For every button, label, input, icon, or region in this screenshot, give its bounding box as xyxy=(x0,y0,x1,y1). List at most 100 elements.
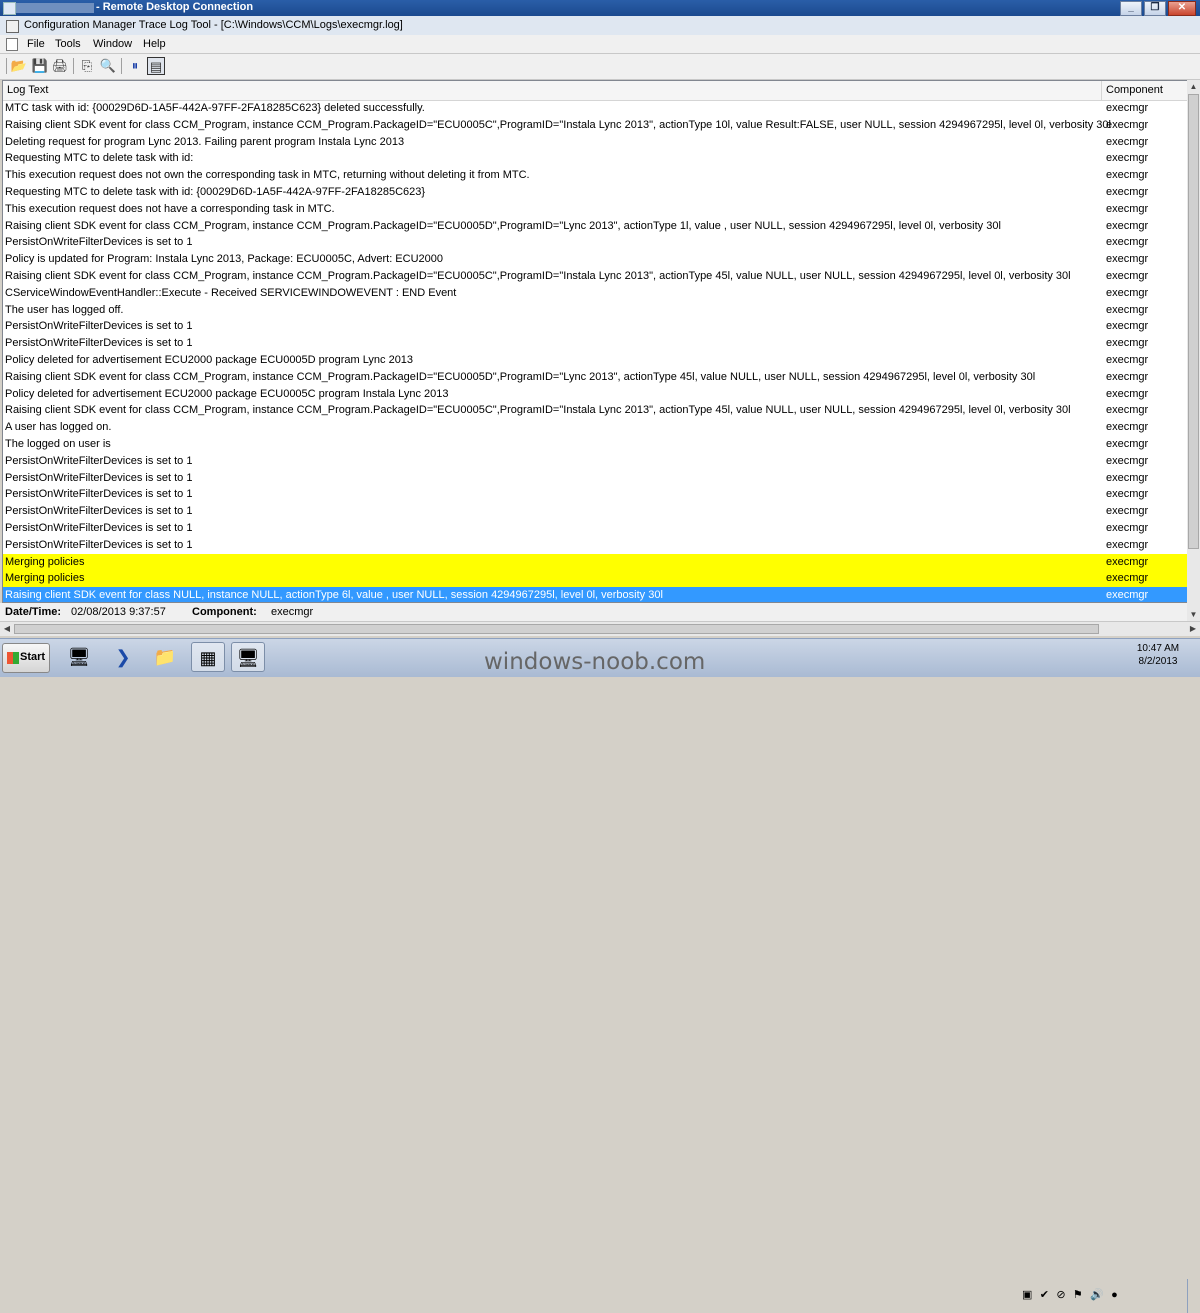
windows-flag-icon xyxy=(7,652,19,664)
menu-help[interactable]: Help xyxy=(143,38,166,50)
column-divider[interactable] xyxy=(1101,81,1102,100)
document-icon[interactable] xyxy=(6,38,18,51)
table-row[interactable]: Raising client SDK event for class CCM_P… xyxy=(3,218,1187,235)
menu-tools[interactable]: Tools xyxy=(55,38,81,50)
log-text-cell: Raising client SDK event for class CCM_P… xyxy=(5,404,1071,417)
table-row[interactable]: CServiceWindowEventHandler::Execute - Re… xyxy=(3,285,1187,302)
menu-file[interactable]: File xyxy=(27,38,45,50)
table-row[interactable]: Raising client SDK event for class CCM_P… xyxy=(3,369,1187,386)
component-cell: execmgr xyxy=(1106,219,1149,232)
table-row[interactable]: Policy deleted for advertisement ECU2000… xyxy=(3,386,1187,403)
start-button[interactable]: Start xyxy=(2,643,50,673)
vertical-scrollbar[interactable]: ▲ ▼ xyxy=(1187,80,1200,621)
print-icon[interactable]: 🖨 xyxy=(51,57,69,75)
table-row[interactable]: This execution request does not have a c… xyxy=(3,201,1187,218)
remote-desktop-titlebar: - Remote Desktop Connection _ ❐ ✕ xyxy=(0,0,1200,16)
column-header-log-text[interactable]: Log Text xyxy=(7,84,48,96)
scroll-down-icon[interactable]: ▼ xyxy=(1187,608,1200,621)
table-row[interactable]: PersistOnWriteFilterDevices is set to 1 e… xyxy=(3,234,1187,251)
tray-status-icon[interactable]: ● xyxy=(1111,1289,1118,1301)
table-row[interactable]: PersistOnWriteFilterDevices is set to 1 e… xyxy=(3,503,1187,520)
tray-security-icon[interactable]: ✔ xyxy=(1040,1288,1049,1301)
table-row[interactable]: PersistOnWriteFilterDevices is set to 1 e… xyxy=(3,470,1187,487)
pause-icon[interactable]: ⏸ xyxy=(126,57,144,75)
open-icon[interactable]: 📂 xyxy=(10,57,28,75)
component-cell: execmgr xyxy=(1106,572,1149,585)
app-icon xyxy=(6,20,19,33)
remote-desktop-title: - Remote Desktop Connection xyxy=(96,1,254,13)
toolbar: 📂 💾 🖨 ⎘ 🔍 ⏸ ▤ xyxy=(0,53,1200,80)
table-row[interactable]: Raising client SDK event for class NULL,… xyxy=(3,587,1187,602)
log-text-cell: PersistOnWriteFilterDevices is set to 1 xyxy=(5,454,193,467)
menu-window[interactable]: Window xyxy=(93,38,132,50)
column-header-component[interactable]: Component xyxy=(1106,84,1163,96)
log-text-cell: Raising client SDK event for class CCM_P… xyxy=(5,219,1001,232)
table-row[interactable]: A user has logged on. execmgr xyxy=(3,419,1187,436)
configmgr-icon[interactable]: ▦ xyxy=(191,642,225,672)
table-row[interactable]: PersistOnWriteFilterDevices is set to 1 e… xyxy=(3,335,1187,352)
log-text-cell: Policy deleted for advertisement ECU2000… xyxy=(5,387,449,400)
log-text-cell: A user has logged on. xyxy=(5,421,112,434)
table-row[interactable]: Raising client SDK event for class CCM_P… xyxy=(3,268,1187,285)
table-row[interactable]: This execution request does not own the … xyxy=(3,167,1187,184)
scroll-up-icon[interactable]: ▲ xyxy=(1187,80,1200,93)
close-button[interactable]: ✕ xyxy=(1168,1,1196,16)
table-row[interactable]: PersistOnWriteFilterDevices is set to 1 e… xyxy=(3,486,1187,503)
log-text-cell: MTC task with id: {00029D6D-1A5F-442A-97… xyxy=(5,102,425,114)
table-row[interactable]: Requesting MTC to delete task with id: ex… xyxy=(3,150,1187,167)
tray-app-icon[interactable]: ▣ xyxy=(1022,1288,1032,1301)
tray-network-icon[interactable]: ⊘ xyxy=(1056,1288,1065,1301)
log-text-cell: Requesting MTC to delete task with id: {… xyxy=(5,185,426,198)
table-row[interactable]: PersistOnWriteFilterDevices is set to 1 e… xyxy=(3,318,1187,335)
scroll-left-icon[interactable]: ◀ xyxy=(0,622,14,636)
action-center-flag-icon[interactable]: ⚑ xyxy=(1073,1288,1083,1301)
find-icon[interactable]: 🔍 xyxy=(99,57,117,75)
show-desktop-button[interactable] xyxy=(1187,1279,1200,1313)
table-row[interactable]: Raising client SDK event for class CCM_P… xyxy=(3,402,1187,419)
server-manager-icon[interactable]: 🖥 xyxy=(62,642,96,672)
log-text-cell: Merging policies xyxy=(5,555,85,568)
copy-icon[interactable]: ⎘ xyxy=(78,57,96,75)
table-row[interactable]: PersistOnWriteFilterDevices is set to 1 e… xyxy=(3,537,1187,554)
scroll-right-icon[interactable]: ▶ xyxy=(1186,622,1200,636)
clock[interactable]: 10:47 AM 8/2/2013 xyxy=(1134,642,1182,668)
log-text-cell: PersistOnWriteFilterDevices is set to 1 xyxy=(5,471,193,484)
highlight-icon[interactable]: ▤ xyxy=(147,57,165,75)
component-cell: execmgr xyxy=(1106,505,1149,518)
log-text-cell: Raising client SDK event for class CCM_P… xyxy=(5,370,1036,383)
horizontal-scroll-thumb[interactable] xyxy=(14,624,1099,634)
table-row[interactable]: Policy deleted for advertisement ECU2000… xyxy=(3,352,1187,369)
table-row[interactable]: The user has logged off. execmgr xyxy=(3,302,1187,319)
table-row[interactable]: Raising client SDK event for class CCM_P… xyxy=(3,117,1187,134)
table-row[interactable]: PersistOnWriteFilterDevices is set to 1 e… xyxy=(3,520,1187,537)
log-text-cell: PersistOnWriteFilterDevices is set to 1 xyxy=(5,538,193,551)
vertical-scroll-thumb[interactable] xyxy=(1188,94,1199,549)
volume-icon[interactable]: 🔊 xyxy=(1090,1288,1104,1301)
redacted-hostname xyxy=(16,3,94,13)
component-cell: execmgr xyxy=(1106,421,1149,434)
log-text-cell: Raising client SDK event for class CCM_P… xyxy=(5,118,1111,131)
remote-desktop-icon[interactable] xyxy=(3,2,16,15)
table-row[interactable]: MTC task with id: {00029D6D-1A5F-442A-97… xyxy=(3,100,1187,117)
log-text-cell: PersistOnWriteFilterDevices is set to 1 xyxy=(5,320,193,333)
component-cell: execmgr xyxy=(1106,118,1149,131)
restore-button[interactable]: ❐ xyxy=(1144,1,1166,16)
table-row[interactable]: Requesting MTC to delete task with id: {… xyxy=(3,184,1187,201)
table-row[interactable]: Deleting request for program Lync 2013. … xyxy=(3,134,1187,151)
toolbar-separator xyxy=(73,58,74,74)
remote-desktop-icon[interactable]: 🖥 xyxy=(231,642,265,672)
component-cell: execmgr xyxy=(1106,488,1149,501)
powershell-icon[interactable]: ❯ xyxy=(106,642,140,672)
component-cell: execmgr xyxy=(1106,169,1149,182)
table-row[interactable]: PersistOnWriteFilterDevices is set to 1 e… xyxy=(3,453,1187,470)
table-row[interactable]: Policy is updated for Program: Instala L… xyxy=(3,251,1187,268)
save-icon[interactable]: 💾 xyxy=(31,57,49,75)
table-row[interactable]: Merging policies execmgr xyxy=(3,553,1187,571)
app-title: Configuration Manager Trace Log Tool - [… xyxy=(24,19,403,31)
minimize-button[interactable]: _ xyxy=(1120,1,1142,16)
table-row[interactable]: Merging policies execmgr xyxy=(3,570,1187,588)
table-row[interactable]: The logged on user is execmgr xyxy=(3,436,1187,453)
explorer-icon[interactable]: 📁 xyxy=(148,642,182,672)
component-cell: execmgr xyxy=(1106,286,1149,299)
horizontal-scrollbar[interactable]: ◀ ▶ xyxy=(0,621,1200,636)
